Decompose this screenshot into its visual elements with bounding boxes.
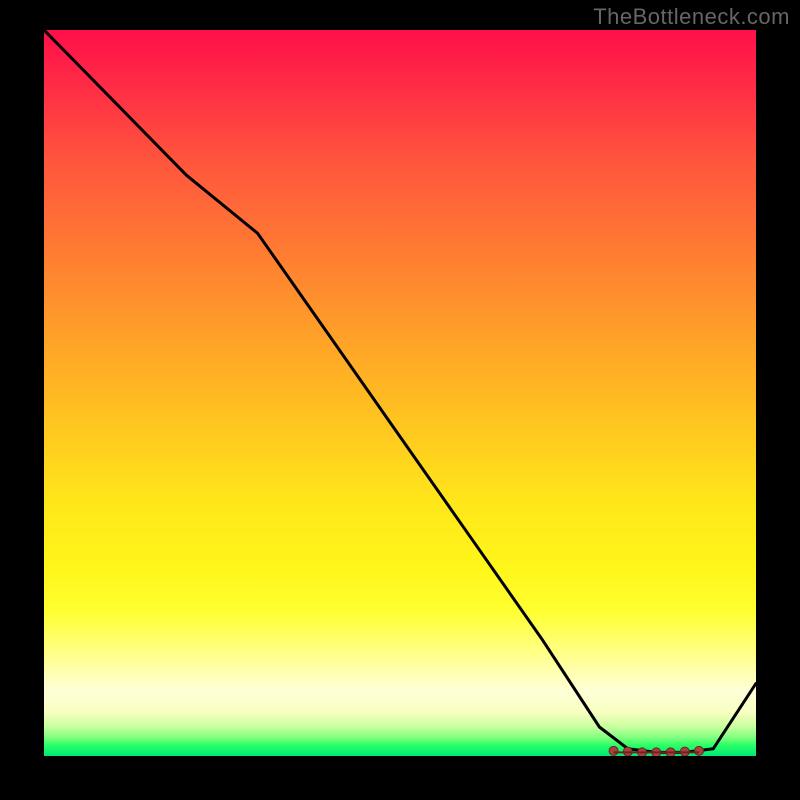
optimal-dot xyxy=(695,746,704,755)
optimal-range-markers xyxy=(609,746,703,756)
watermark-text: TheBottleneck.com xyxy=(593,4,790,30)
chart-frame: TheBottleneck.com xyxy=(0,0,800,800)
bottleneck-curve-line xyxy=(44,30,756,752)
chart-svg xyxy=(44,30,756,756)
optimal-dot xyxy=(609,746,618,755)
plot-area xyxy=(44,30,756,756)
